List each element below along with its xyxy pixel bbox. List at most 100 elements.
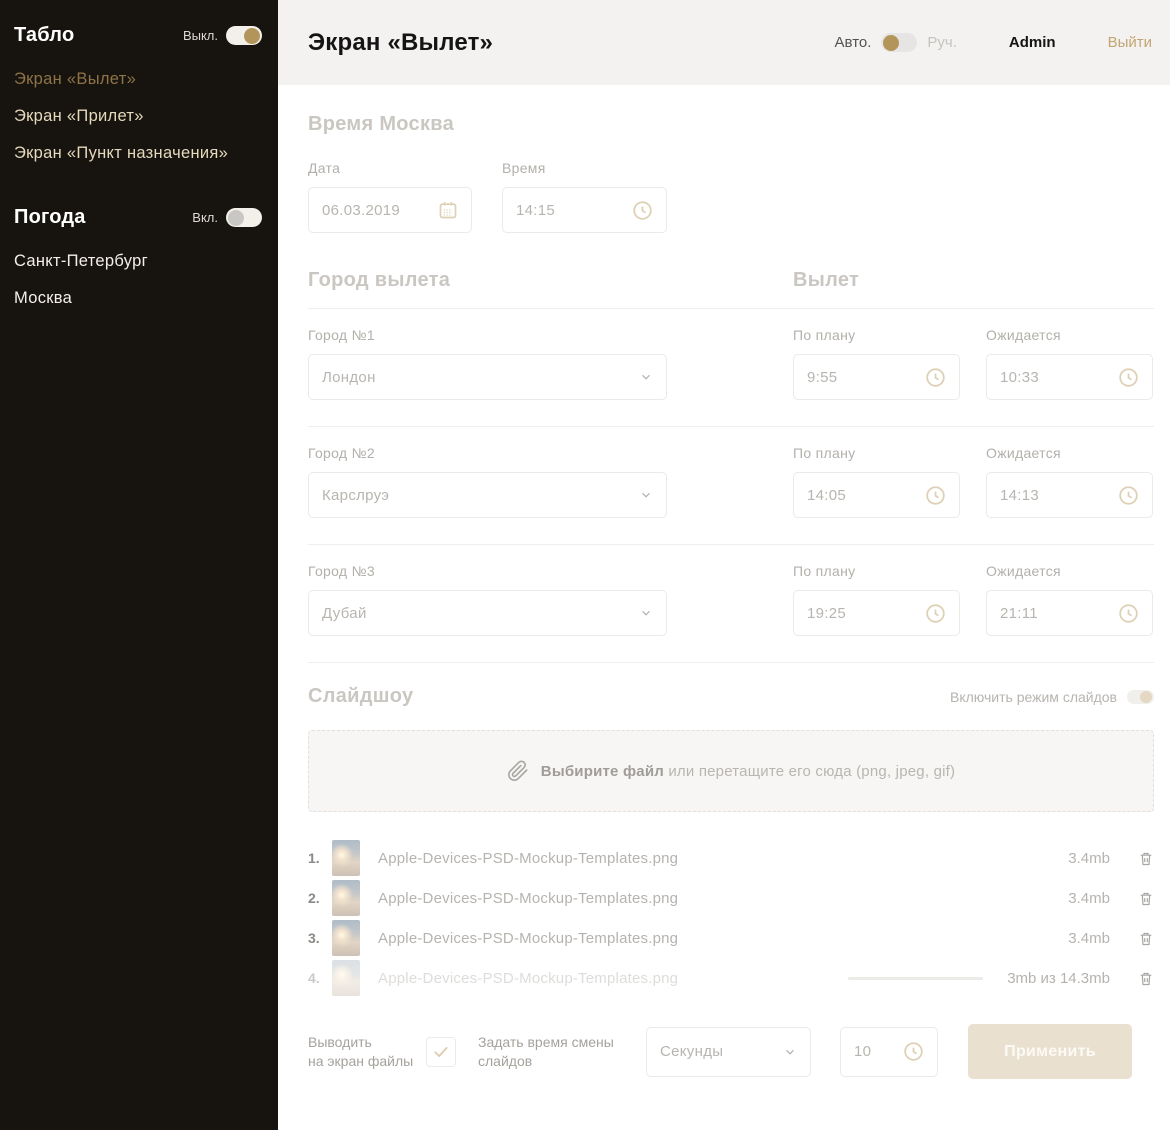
sidebar-item-moscow[interactable]: Москва [14,280,262,317]
time-input[interactable]: 14:15 [502,187,667,233]
file-row-2: 2. Apple-Devices-PSD-Mockup-Templates.pn… [308,878,1154,918]
clock-icon [903,1041,924,1062]
file-name: Apple-Devices-PSD-Mockup-Templates.png [378,930,1068,947]
time-value: 14:15 [516,202,555,219]
interval-label-line2: слайдов [478,1052,628,1071]
uploaded-files-list: 1. Apple-Devices-PSD-Mockup-Templates.pn… [308,838,1154,998]
city-3-plan-value: 19:25 [807,605,846,622]
interval-units-select[interactable]: Секунды [646,1027,811,1077]
file-row-4-uploading: 4. Apple-Devices-PSD-Mockup-Templates.pn… [308,958,1154,998]
display-files-label-line1: Выводить [308,1033,426,1052]
auto-manual-toggle[interactable] [881,33,917,52]
file-size: 3.4mb [1068,850,1110,867]
clock-icon [925,485,946,506]
city-1-select[interactable]: Лондон [308,354,667,400]
sidebar-section-tablo-title: Табло [14,24,74,47]
sidebar-item-screen-destination[interactable]: Экран «Пункт назначения» [14,135,262,172]
check-icon [432,1043,450,1061]
chevron-down-icon [783,1045,797,1059]
time-label: Время [502,160,667,176]
paperclip-icon [507,760,529,782]
moscow-time-section: Время Москва Дата 06.03.2019 [308,113,1154,233]
delete-file-icon[interactable] [1138,930,1154,947]
city-2-plan-input[interactable]: 14:05 [793,472,960,518]
file-row-3: 3. Apple-Devices-PSD-Mockup-Templates.pn… [308,918,1154,958]
city-2-select[interactable]: Карслруэ [308,472,667,518]
topbar: Экран «Вылет» Авто. Руч. Admin Выйти [278,0,1170,85]
city-row-3: Город №3 Дубай По плану 19:25 Ожидается [308,545,1154,662]
plan-label: По плану [793,327,960,343]
slideshow-controls: Выводить на экран файлы Задать время сме… [308,1024,1154,1079]
tablo-power-toggle[interactable] [226,26,262,45]
toggle-knob [244,28,260,44]
city-1-expected-input[interactable]: 10:33 [986,354,1153,400]
apply-button[interactable]: Применить [968,1024,1132,1079]
sidebar-item-spb[interactable]: Санкт-Петербург [14,243,262,280]
city-row-1: Город №1 Лондон По плану 9:55 Ожидается [308,309,1154,426]
city-1-plan-input[interactable]: 9:55 [793,354,960,400]
tablo-menu: Экран «Вылет» Экран «Прилет» Экран «Пунк… [14,61,262,172]
upload-progress-bar [848,977,983,980]
slideshow-mode-toggle[interactable] [1127,690,1154,704]
sidebar-section-weather-title: Погода [14,206,86,229]
file-thumbnail [332,840,360,876]
logout-link[interactable]: Выйти [1108,34,1152,51]
interval-label-line1: Задать время смены [478,1033,628,1052]
dropzone-text-bold: Выбирите файл [541,763,664,780]
date-input[interactable]: 06.03.2019 [308,187,472,233]
city-3-value: Дубай [322,605,367,622]
file-name: Apple-Devices-PSD-Mockup-Templates.png [378,970,848,987]
delete-file-icon[interactable] [1138,890,1154,907]
city-2-plan-value: 14:05 [807,487,846,504]
sidebar-item-screen-departure[interactable]: Экран «Вылет» [14,61,262,98]
dropzone-text: Выбирите файл или перетащите его сюда (p… [541,763,955,780]
city-1-expected-value: 10:33 [1000,369,1039,386]
file-size: 3mb из 14.3mb [1007,970,1110,987]
interval-label: Задать время смены слайдов [478,1033,628,1071]
interval-units-value: Секунды [660,1043,723,1060]
weather-menu: Санкт-Петербург Москва [14,243,262,317]
current-user-name: Admin [1009,34,1056,51]
chevron-down-icon [639,370,653,384]
plan-label: По плану [793,445,960,461]
city-2-expected-input[interactable]: 14:13 [986,472,1153,518]
slideshow-title: Слайдшоу [308,685,413,708]
city-3-expected-input[interactable]: 21:11 [986,590,1153,636]
weather-toggle-label: Вкл. [192,210,218,225]
mode-manual-label: Руч. [927,34,957,51]
cities-right-title: Вылет [793,269,859,292]
city-3-select[interactable]: Дубай [308,590,667,636]
expected-label: Ожидается [986,327,1153,343]
file-thumbnail [332,960,360,996]
city-1-value: Лондон [322,369,376,386]
clock-icon [925,603,946,624]
file-name: Apple-Devices-PSD-Mockup-Templates.png [378,850,1068,867]
clock-icon [1118,485,1139,506]
calendar-icon [438,200,458,220]
mode-auto-label: Авто. [835,34,872,51]
weather-power-toggle[interactable] [226,208,262,227]
file-size: 3.4mb [1068,890,1110,907]
city-2-value: Карслруэ [322,487,389,504]
clock-icon [632,200,653,221]
city-3-plan-input[interactable]: 19:25 [793,590,960,636]
display-files-checkbox[interactable] [426,1037,456,1067]
file-number: 4. [308,970,332,986]
clock-icon [925,367,946,388]
city-3-expected-value: 21:11 [1000,605,1038,622]
file-thumbnail [332,920,360,956]
sidebar-item-screen-arrival[interactable]: Экран «Прилет» [14,98,262,135]
dropzone-text-rest: или перетащите его сюда (png, jpeg, gif) [664,763,955,780]
toggle-knob [883,35,899,51]
delete-file-icon[interactable] [1138,850,1154,867]
tablo-toggle-label: Выкл. [183,28,218,43]
main-area: Экран «Вылет» Авто. Руч. Admin Выйти Вре… [278,0,1170,1130]
file-row-1: 1. Apple-Devices-PSD-Mockup-Templates.pn… [308,838,1154,878]
slideshow-toggle-label: Включить режим слайдов [950,689,1117,705]
date-label: Дата [308,160,472,176]
file-dropzone[interactable]: Выбирите файл или перетащите его сюда (p… [308,730,1154,812]
city-2-expected-value: 14:13 [1000,487,1039,504]
interval-value-input[interactable]: 10 [840,1027,938,1077]
divider [308,662,1154,663]
delete-file-icon[interactable] [1138,970,1154,987]
